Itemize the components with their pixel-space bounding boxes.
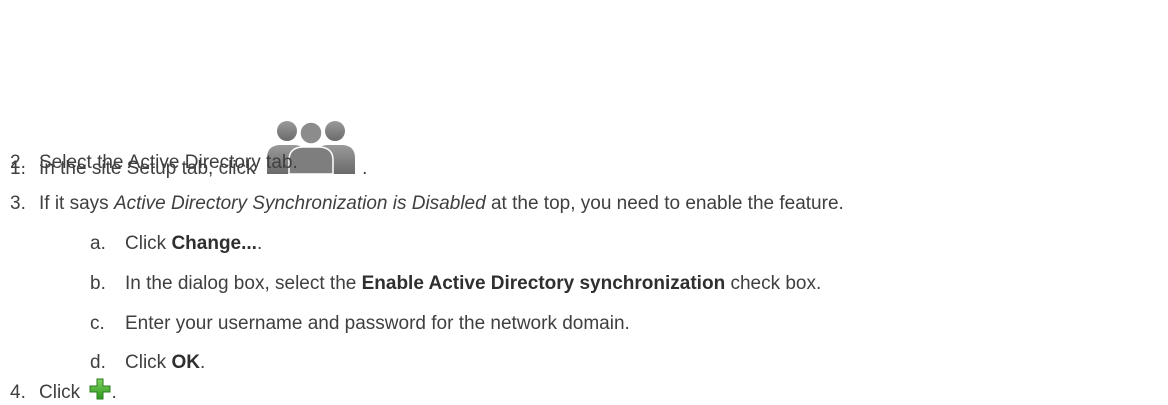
substep-a: a. Click Change.... <box>90 232 262 256</box>
substep-text: Click <box>125 233 167 254</box>
step-text-end: at the top, you need to enable the featu… <box>490 193 844 214</box>
step-text: Select the Active Directory tab. <box>39 152 298 173</box>
step-2: 2. Select the Active Directory tab. <box>0 151 298 175</box>
step-number: 2. <box>10 152 26 173</box>
step-text: Click <box>39 382 81 403</box>
substep-letter: b. <box>90 273 106 294</box>
step-text-end: . <box>362 158 368 179</box>
substep-text-end: check box. <box>730 273 822 294</box>
step-number: 4. <box>10 382 26 403</box>
step-number: 3. <box>10 193 26 214</box>
checkbox-label: Enable Active Directory synchronization <box>361 273 726 294</box>
status-message: Active Directory Synchronization is Disa… <box>113 193 486 214</box>
substep-text-end: . <box>256 233 263 254</box>
instructions-document: 1. In the site Setup tab, click . 2. Sel… <box>0 0 1168 405</box>
step-text: If it says <box>39 193 109 214</box>
substep-b: b. In the dialog box, select the Enable … <box>90 272 821 296</box>
substep-text: Enter your username and password for the… <box>125 313 630 334</box>
green-plus-icon <box>89 378 111 400</box>
substep-text: In the dialog box, select the <box>125 273 357 294</box>
substep-c: c. Enter your username and password for … <box>90 312 630 336</box>
substep-d: d. Click OK. <box>90 351 205 375</box>
substep-text-end: . <box>199 352 206 373</box>
substep-letter: a. <box>90 233 106 254</box>
substep-text: Click <box>125 352 167 373</box>
substep-letter: d. <box>90 352 106 373</box>
ok-button-label: OK <box>171 352 200 373</box>
step-3: 3. If it says Active Directory Synchroni… <box>0 192 844 216</box>
step-4: 4. Click . <box>0 378 117 405</box>
change-button-label: Change... <box>171 233 257 254</box>
step-text-end: . <box>111 382 117 403</box>
substep-letter: c. <box>90 313 105 334</box>
